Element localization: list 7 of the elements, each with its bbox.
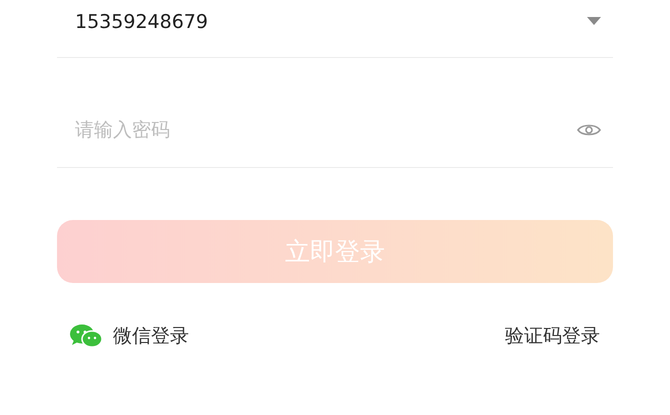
phone-field[interactable]: 15359248679 [75, 10, 475, 32]
password-field[interactable]: 请输入密码 [75, 118, 475, 140]
code-login-link[interactable]: 验证码登录 [505, 323, 600, 349]
chat-bubbles-icon[interactable] [69, 324, 103, 348]
dropdown-caret-icon[interactable] [587, 17, 601, 26]
eye-icon[interactable] [577, 122, 601, 136]
wechat-login-link[interactable]: 微信登录 [113, 323, 189, 349]
